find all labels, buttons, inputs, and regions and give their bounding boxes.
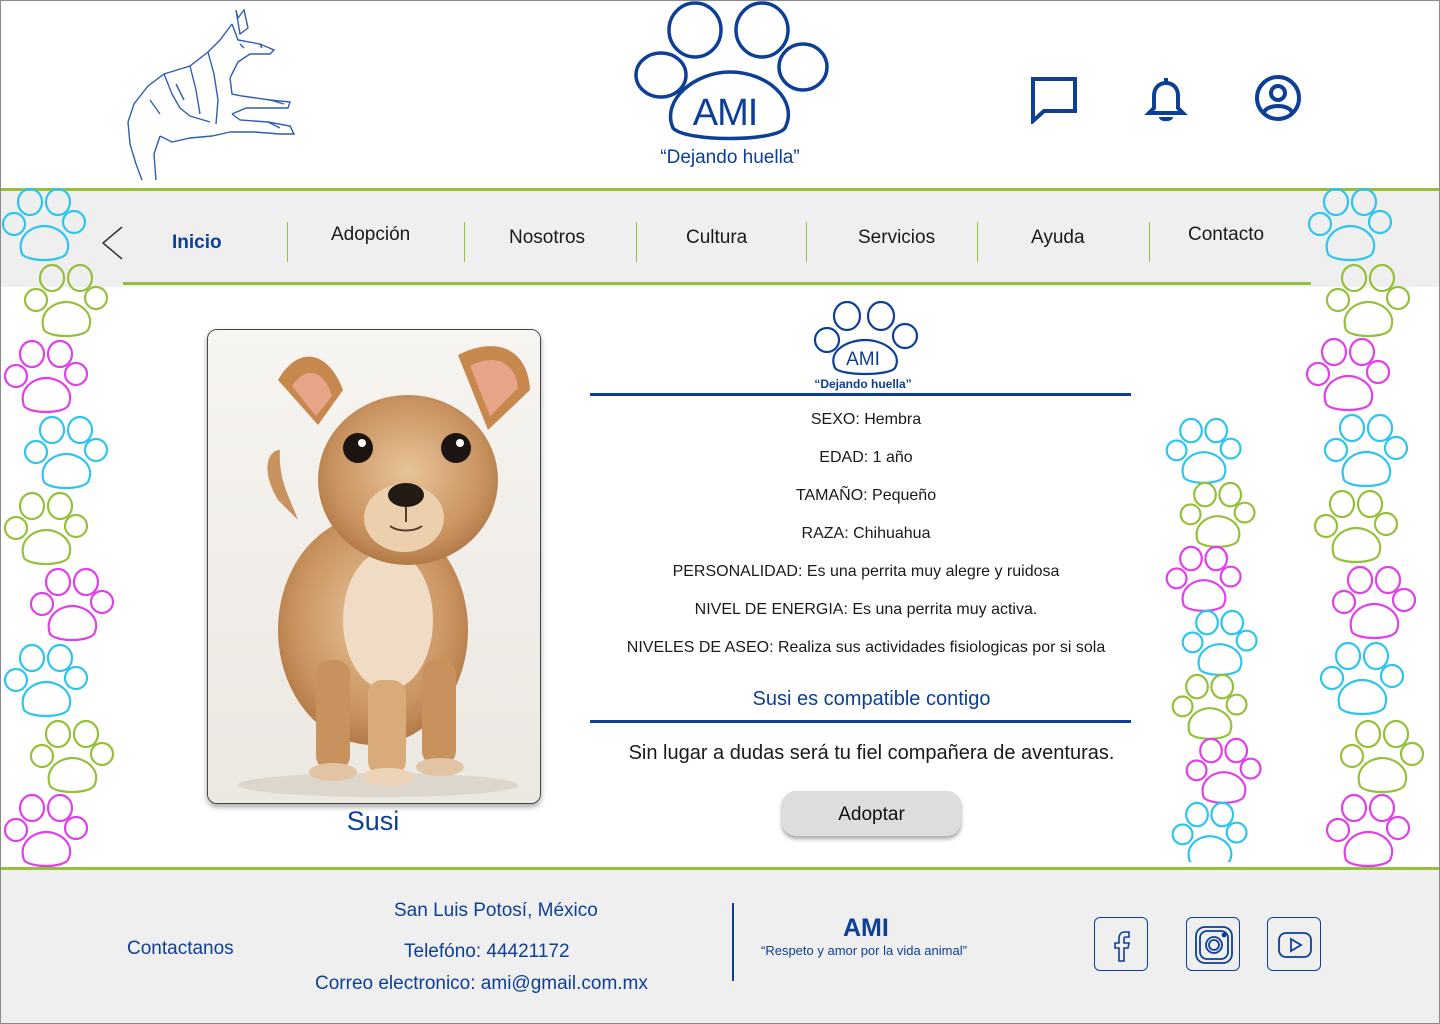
paw-print [1171,801,1248,862]
paw-print [1179,481,1256,548]
paw-print [3,643,89,718]
logo-tagline: “Dejando huella” [660,147,800,168]
paw-print [1331,565,1417,640]
footer-slogan: “Respeto y amor por la vida animal” [761,943,967,958]
paw-print [1181,609,1258,676]
paw-print [1307,188,1393,262]
nav-item-ayuda[interactable]: Ayuda [1031,227,1085,249]
paw-print [1165,418,1242,484]
user-circle-icon[interactable] [1252,72,1304,124]
detail-personalidad: PERSONALIDAD: Es una perrita muy alegre … [672,563,1060,580]
paw-pattern-right [1305,188,1425,868]
footer-contact-label: Contactanos [127,938,234,959]
chat-icon[interactable] [1028,72,1080,126]
pet-name: Susi [346,806,400,836]
paw-print [3,339,89,414]
nav-separator [287,222,288,262]
adopt-button[interactable]: Adoptar [782,791,961,836]
nav-separator [1149,222,1150,262]
compatibility-summary: Sin lugar a dudas será tu fiel compañera… [628,742,1115,764]
paw-print [1319,641,1405,716]
nav-separator [806,222,807,262]
paw-print [1,188,87,262]
divider-top [590,393,1131,396]
instagram-icon[interactable] [1186,917,1240,971]
paw-print [1339,719,1425,794]
paw-print [29,567,115,642]
paw-print [3,793,89,868]
paw-print [29,719,115,794]
paw-pattern-inner-right [1165,418,1262,862]
footer-location: San Luis Potosí, México [394,900,598,921]
footer-email[interactable]: Correo electronico: ami@gmail.com.mx [315,973,648,995]
detail-raza: RAZA: Chihuahua [801,525,931,542]
small-logo-tagline: “Dejando huella” [814,377,912,391]
nav-item-inicio[interactable]: Inicio [172,232,222,254]
paw-print [23,415,109,490]
nav-item-servicios[interactable]: Servicios [858,227,935,249]
detail-sexo: SEXO: Hembra [810,411,922,428]
bell-icon[interactable] [1140,72,1192,124]
nav-separator [636,222,637,262]
nav-item-contacto[interactable]: Contacto [1188,224,1264,246]
nav-separator [977,222,978,262]
paw-print [1185,737,1262,804]
nav-item-nosotros[interactable]: Nosotros [509,227,585,249]
paw-print [23,263,109,338]
paw-print [1305,337,1391,412]
detail-energia: NIVEL DE ENERGIA: Es una perrita muy act… [694,601,1038,618]
paw-print [1323,413,1409,488]
detail-aseo: NIVELES DE ASEO: Realiza sus actividades… [626,639,1106,656]
paw-pattern-left [1,188,115,868]
nav-separator [464,222,465,262]
compatibility-heading: Susi es compatible contigo [752,688,991,710]
detail-tamano: TAMAÑO: Pequeño [795,487,937,504]
pet-photo [207,329,541,804]
paw-print [1325,793,1411,868]
paw-print [1171,673,1248,740]
nav-item-adopcion[interactable]: Adopción [331,224,410,246]
paw-print [3,491,89,566]
divider-bottom [590,720,1131,723]
dog-line-drawing [127,8,296,181]
small-logo-name: AMI [846,349,880,370]
youtube-icon[interactable] [1267,917,1321,971]
paw-print [1313,489,1399,564]
nav-underline [123,282,1311,285]
detail-edad: EDAD: 1 año [819,449,913,466]
footer-divider [732,903,734,981]
nav-item-cultura[interactable]: Cultura [686,227,747,249]
footer-phone: Telefóno: 44421172 [404,941,570,962]
facebook-icon[interactable] [1094,917,1148,971]
header: AMI “Dejando huella” [0,0,1440,188]
logo-name: AMI [692,92,759,134]
footer-brand: AMI [843,914,889,942]
paw-print [1325,263,1411,338]
paw-print [1165,545,1242,612]
